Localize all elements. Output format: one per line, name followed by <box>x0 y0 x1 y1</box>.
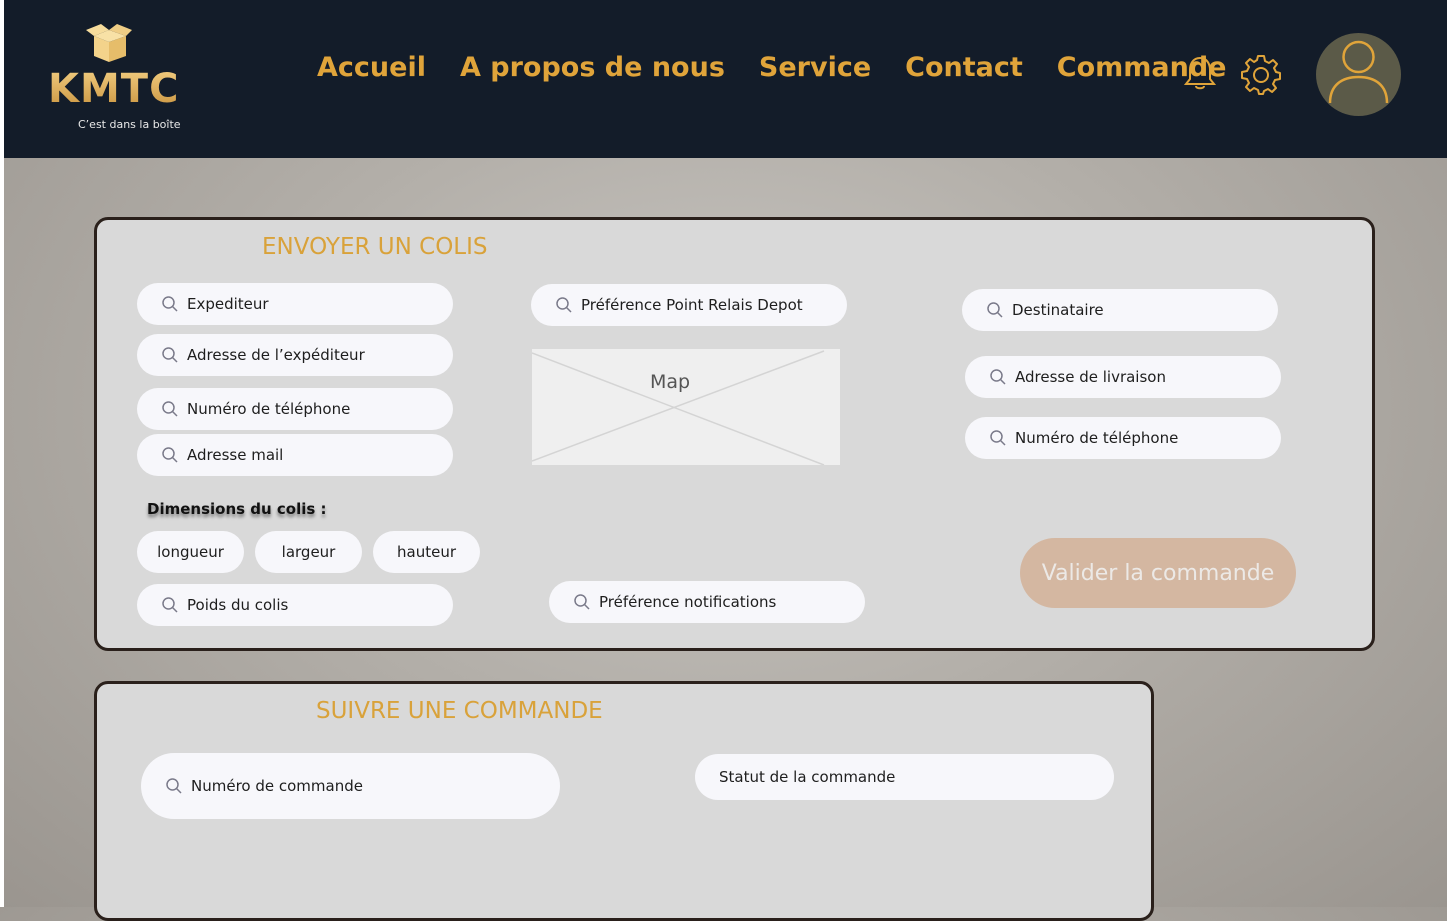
logo[interactable]: KMTC C’est dans la boîte <box>46 22 186 134</box>
order-status-field: Statut de la commande <box>695 754 1114 800</box>
height-label: hauteur <box>397 543 456 561</box>
site-header: KMTC C’est dans la boîte Accueil A propo… <box>4 0 1447 158</box>
user-icon <box>1328 40 1389 104</box>
gear-icon[interactable] <box>1240 53 1282 95</box>
bell-icon[interactable] <box>1182 54 1218 92</box>
width-field[interactable]: largeur <box>255 531 362 573</box>
delivery-address-field[interactable]: Adresse de livraison <box>965 356 1281 398</box>
sender-email-field[interactable]: Adresse mail <box>137 434 453 476</box>
search-icon <box>990 369 1006 385</box>
nav-contact[interactable]: Contact <box>905 52 1023 83</box>
length-field[interactable]: longueur <box>137 531 244 573</box>
nav-service[interactable]: Service <box>759 52 871 83</box>
search-icon <box>166 778 182 794</box>
recipient-phone-placeholder: Numéro de téléphone <box>1015 429 1179 447</box>
search-icon <box>574 594 590 610</box>
map-label: Map <box>649 371 691 393</box>
width-label: largeur <box>281 543 336 561</box>
search-icon <box>556 297 572 313</box>
notifications-placeholder: Préférence notifications <box>599 593 777 611</box>
height-field[interactable]: hauteur <box>373 531 480 573</box>
track-order-title: SUIVRE UNE COMMANDE <box>316 698 603 724</box>
nav-a-propos[interactable]: A propos de nous <box>460 52 725 83</box>
sender-address-placeholder: Adresse de l’expéditeur <box>187 346 365 364</box>
sender-field[interactable]: Expediteur <box>137 283 453 325</box>
map-cross-icon <box>532 350 825 465</box>
brand-tagline: C’est dans la boîte <box>78 118 181 131</box>
sender-phone-field[interactable]: Numéro de téléphone <box>137 388 453 430</box>
dimensions-label: Dimensions du colis : <box>147 500 327 518</box>
avatar[interactable] <box>1316 33 1401 116</box>
search-icon <box>162 347 178 363</box>
recipient-field[interactable]: Destinataire <box>962 289 1278 331</box>
order-number-field[interactable]: Numéro de commande <box>141 753 560 819</box>
delivery-address-placeholder: Adresse de livraison <box>1015 368 1166 386</box>
brand-name: KMTC <box>48 66 180 112</box>
main-nav: Accueil A propos de nous Service Contact… <box>317 52 1260 83</box>
sender-email-placeholder: Adresse mail <box>187 446 284 464</box>
search-icon <box>990 430 1006 446</box>
search-icon <box>162 447 178 463</box>
sender-phone-placeholder: Numéro de téléphone <box>187 400 351 418</box>
sender-field-placeholder: Expediteur <box>187 295 269 313</box>
search-icon <box>162 296 178 312</box>
weight-placeholder: Poids du colis <box>187 596 289 614</box>
search-icon <box>162 597 178 613</box>
relay-point-placeholder: Préférence Point Relais Depot <box>581 296 803 314</box>
search-icon <box>162 401 178 417</box>
search-icon <box>987 302 1003 318</box>
order-number-placeholder: Numéro de commande <box>191 777 363 795</box>
sender-address-field[interactable]: Adresse de l’expéditeur <box>137 334 453 376</box>
notifications-field[interactable]: Préférence notifications <box>549 581 865 623</box>
recipient-placeholder: Destinataire <box>1012 301 1104 319</box>
recipient-phone-field[interactable]: Numéro de téléphone <box>965 417 1281 459</box>
nav-accueil[interactable]: Accueil <box>317 52 426 83</box>
relay-point-field[interactable]: Préférence Point Relais Depot <box>531 284 847 326</box>
order-status-label: Statut de la commande <box>719 768 896 786</box>
weight-field[interactable]: Poids du colis <box>137 584 453 626</box>
map-placeholder[interactable]: Map <box>532 349 840 465</box>
length-label: longueur <box>157 543 224 561</box>
box-icon <box>86 24 132 62</box>
send-parcel-title: ENVOYER UN COLIS <box>262 234 488 260</box>
validate-order-button[interactable]: Valider la commande <box>1020 538 1296 608</box>
